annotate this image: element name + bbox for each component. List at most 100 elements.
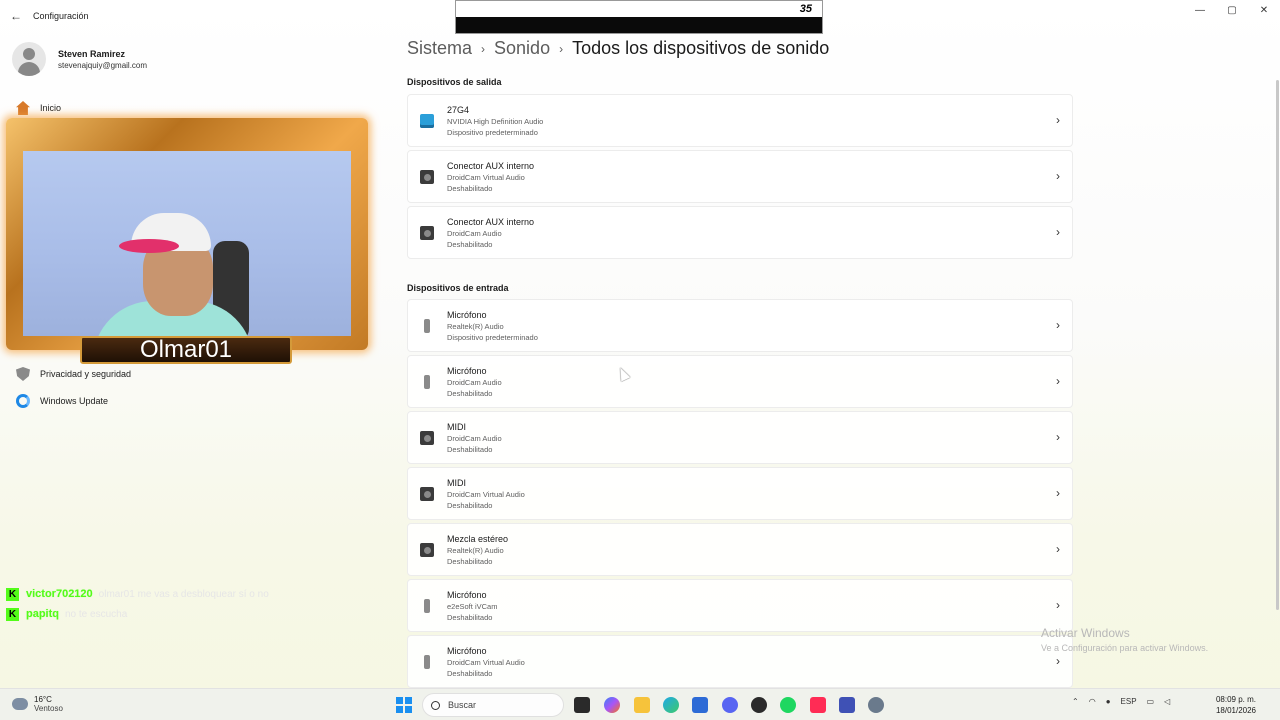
device-driver: DroidCam Virtual Audio [447, 173, 525, 182]
folder-icon[interactable] [634, 697, 650, 713]
device-driver: NVIDIA High Definition Audio [447, 117, 544, 126]
device-card[interactable]: MIDI DroidCam Audio Deshabilitado › [407, 411, 1073, 464]
device-name: Mezcla estéreo [447, 534, 509, 544]
device-name: Micrófono [447, 310, 487, 320]
device-name: MIDI [447, 422, 466, 432]
device-card[interactable]: Micrófono DroidCam Virtual Audio Deshabi… [407, 635, 1073, 688]
webcam-video [23, 151, 351, 336]
chevron-right-icon: › [1056, 169, 1060, 183]
device-card[interactable]: Mezcla estéreo Realtek(R) Audio Deshabil… [407, 523, 1073, 576]
network-icon[interactable]: ◠ [1089, 697, 1096, 706]
chevron-up-icon[interactable]: ⌃ [1072, 697, 1079, 706]
monitor-icon [420, 114, 434, 128]
device-card[interactable]: Micrófono Realtek(R) Audio Dispositivo p… [407, 299, 1073, 352]
maximize-button[interactable]: ▢ [1216, 0, 1248, 22]
tiktok-icon[interactable] [810, 697, 826, 713]
copilot-icon[interactable] [604, 697, 620, 713]
back-button[interactable]: ← [8, 8, 24, 24]
device-name: 27G4 [447, 105, 470, 115]
clock-time: 08:09 p. m. [1215, 695, 1256, 704]
user-profile[interactable]: Steven Ramirez stevenajquiy@gmail.com [12, 42, 147, 76]
device-status: Dispositivo predeterminado [447, 333, 538, 342]
device-card[interactable]: Conector AUX interno DroidCam Virtual Au… [407, 150, 1073, 203]
chevron-right-icon: › [1056, 598, 1060, 612]
kick-badge-icon: K [6, 607, 19, 621]
chevron-right-icon: › [481, 41, 486, 56]
store-icon[interactable] [692, 697, 708, 713]
webcam-overlay: Olmar01 [6, 118, 368, 368]
microphone-tray-icon[interactable]: ● [1106, 697, 1111, 706]
user-email: stevenajquiy@gmail.com [58, 60, 148, 70]
speaker-icon [420, 431, 434, 445]
device-card[interactable]: Conector AUX interno DroidCam Audio Desh… [407, 206, 1073, 259]
app-title: Configuración [33, 11, 89, 21]
kick-badge-icon: K [6, 587, 19, 601]
stream-overlay-banner: 35 [455, 0, 823, 34]
sidebar-item-label: Inicio [40, 103, 62, 113]
speaker-icon [420, 487, 434, 501]
settings-icon[interactable] [868, 697, 884, 713]
microphone-icon [424, 599, 430, 613]
device-status: Deshabilitado [447, 501, 493, 510]
device-card[interactable]: Micrófono DroidCam Audio Deshabilitado › [407, 355, 1073, 408]
microphone-icon [424, 319, 430, 333]
sidebar-item-inicio[interactable]: Inicio [16, 101, 61, 115]
spotify-icon[interactable] [780, 697, 796, 713]
person-cap-brim [119, 239, 179, 253]
chat-line: K papitq no te escucha [6, 604, 269, 624]
user-name: Steven Ramirez [58, 48, 126, 59]
weather-widget[interactable]: 16°C Ventoso [12, 695, 63, 713]
activation-watermark: Activar Windows Ve a Configuración para … [1041, 626, 1208, 653]
volume-icon[interactable]: ◁ [1164, 697, 1170, 706]
discord-icon[interactable] [722, 697, 738, 713]
device-name: Micrófono [447, 366, 487, 376]
display-icon[interactable]: ▭ [1147, 697, 1155, 706]
device-driver: Realtek(R) Audio [447, 322, 504, 331]
microphone-icon [424, 375, 430, 389]
banner-stripe [456, 17, 822, 33]
device-card[interactable]: Micrófono e2eSoft iVCam Deshabilitado › [407, 579, 1073, 632]
wind-icon [12, 698, 28, 710]
watermark-title: Activar Windows [1041, 626, 1130, 640]
close-button[interactable]: ✕ [1248, 0, 1280, 22]
device-status: Deshabilitado [447, 240, 493, 249]
taskbar: 16°C Ventoso Buscar ⌃ ◠ ● ESP ▭ ◁ 08:09 … [0, 688, 1280, 720]
chevron-right-icon: › [1056, 430, 1060, 444]
device-card[interactable]: MIDI DroidCam Virtual Audio Deshabilitad… [407, 467, 1073, 520]
edge-icon[interactable] [663, 697, 679, 713]
breadcrumb-sistema[interactable]: Sistema [407, 38, 472, 59]
chevron-right-icon: › [1056, 486, 1060, 500]
chevron-right-icon: › [1056, 374, 1060, 388]
taskbar-search[interactable]: Buscar [422, 693, 564, 717]
chat-username: papitq [26, 608, 59, 620]
minimize-button[interactable]: — [1184, 0, 1216, 22]
weather-temperature: 16°C [34, 695, 52, 704]
section-title-input: Dispositivos de entrada [407, 283, 509, 293]
file-explorer-icon[interactable] [574, 697, 590, 713]
language-indicator[interactable]: ESP [1121, 697, 1137, 706]
search-placeholder: Buscar [448, 700, 477, 710]
device-card[interactable]: 27G4 NVIDIA High Definition Audio Dispos… [407, 94, 1073, 147]
stream-chat-overlay: K victor702120 olmar01 me vas a desbloqu… [6, 584, 269, 624]
obs-icon[interactable] [751, 697, 767, 713]
device-status: Deshabilitado [447, 669, 493, 678]
clock[interactable]: 08:09 p. m. 18/01/2026 [1216, 694, 1256, 716]
sidebar-item-windows-update[interactable]: Windows Update [16, 394, 108, 408]
device-name: Micrófono [447, 646, 487, 656]
scrollbar[interactable] [1276, 80, 1279, 610]
breadcrumb-sonido[interactable]: Sonido [494, 38, 550, 59]
device-driver: DroidCam Virtual Audio [447, 658, 525, 667]
chevron-right-icon: › [1056, 654, 1060, 668]
device-driver: DroidCam Virtual Audio [447, 490, 525, 499]
chevron-right-icon: › [1056, 318, 1060, 332]
home-icon [16, 101, 30, 115]
sidebar-item-privacy[interactable]: Privacidad y seguridad [16, 367, 131, 381]
windows-start-icon[interactable] [396, 697, 412, 713]
clock-date: 18/01/2026 [1215, 706, 1256, 715]
chat-message: no te escucha [65, 608, 128, 620]
weather-description: Ventoso [34, 704, 63, 713]
app-icon[interactable] [839, 697, 855, 713]
breadcrumb: Sistema › Sonido › Todos los dispositivo… [407, 38, 829, 59]
avatar [12, 42, 46, 76]
device-status: Deshabilitado [447, 184, 493, 193]
